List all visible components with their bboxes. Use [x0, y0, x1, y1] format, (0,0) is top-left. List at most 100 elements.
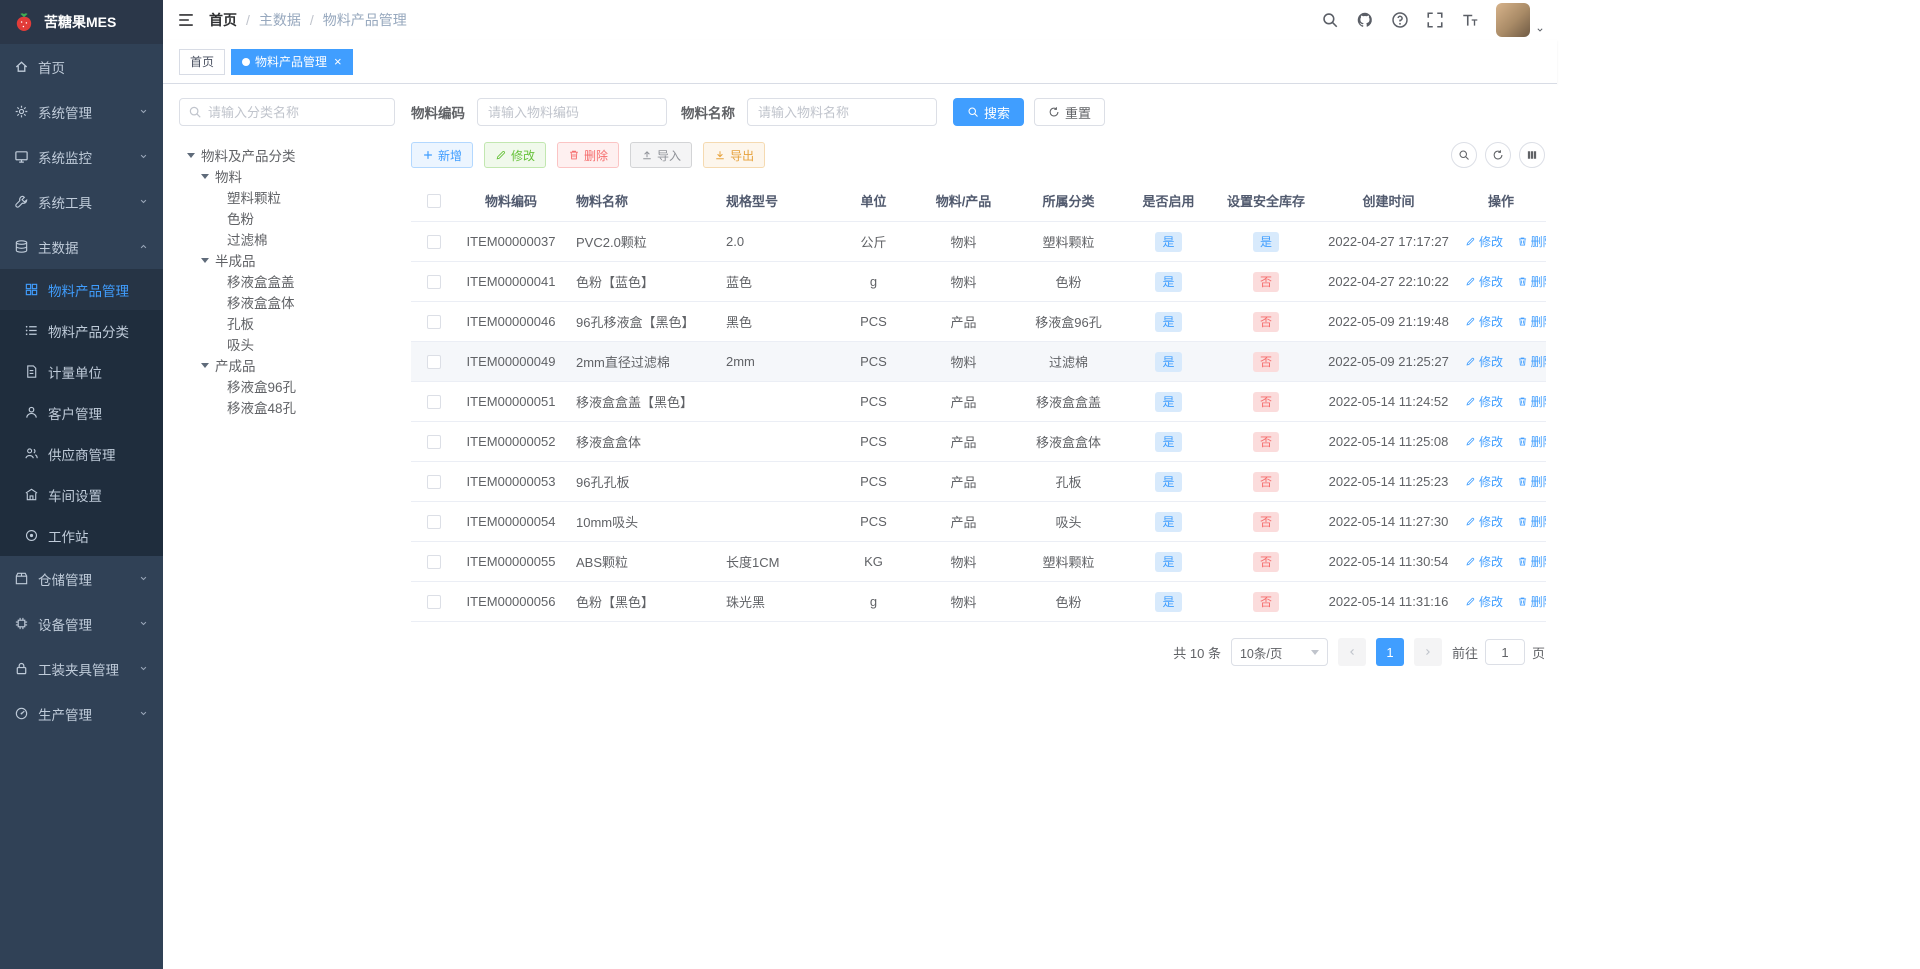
edit-link[interactable]: 修改: [1465, 393, 1503, 410]
select-all-checkbox[interactable]: [426, 194, 441, 209]
edit-link[interactable]: 修改: [1465, 313, 1503, 330]
toggle-search-button[interactable]: [1451, 142, 1477, 168]
material-code-link[interactable]: ITEM00000056: [456, 581, 566, 622]
sidebar-item-workstation[interactable]: 工作站: [0, 515, 163, 556]
edit-link[interactable]: 修改: [1465, 513, 1503, 530]
material-code-link[interactable]: ITEM00000055: [456, 541, 566, 582]
search-button[interactable]: 搜索: [953, 98, 1025, 126]
row-checkbox[interactable]: [426, 235, 441, 250]
tree-node-root[interactable]: 物料及产品分类: [179, 144, 395, 165]
sidebar-item-fixture-management[interactable]: 工装夹具管理: [0, 646, 163, 691]
delete-link[interactable]: 删除: [1517, 433, 1546, 450]
sidebar-item-material-product-category[interactable]: 物料产品分类: [0, 310, 163, 351]
tab-home[interactable]: 首页: [179, 48, 226, 75]
material-name-input[interactable]: [747, 98, 937, 126]
search-icon[interactable]: [1321, 11, 1339, 29]
sidebar-item-system-monitor[interactable]: 系统监控: [0, 134, 163, 179]
tree-leaf[interactable]: 色粉: [179, 207, 395, 228]
sidebar-item-measure-unit[interactable]: 计量单位: [0, 351, 163, 392]
delete-link[interactable]: 删除: [1517, 513, 1546, 530]
row-checkbox[interactable]: [426, 595, 441, 610]
sidebar-item-system-management[interactable]: 系统管理: [0, 89, 163, 134]
edit-button[interactable]: 修改: [484, 142, 547, 168]
material-code-input[interactable]: [477, 98, 667, 126]
delete-link[interactable]: 删除: [1517, 273, 1546, 290]
row-checkbox[interactable]: [426, 555, 441, 570]
hamburger-icon[interactable]: [177, 11, 195, 29]
sidebar-item-equipment-management[interactable]: 设备管理: [0, 601, 163, 646]
row-checkbox[interactable]: [426, 355, 441, 370]
material-code-link[interactable]: ITEM00000049: [456, 341, 566, 382]
row-checkbox[interactable]: [426, 515, 441, 530]
tree-leaf[interactable]: 移液盒盒体: [179, 291, 395, 312]
add-button[interactable]: 新增: [411, 142, 474, 168]
tab-material-product-management[interactable]: 物料产品管理: [231, 48, 353, 75]
material-code-link[interactable]: ITEM00000037: [456, 221, 566, 262]
row-checkbox[interactable]: [426, 275, 441, 290]
tree-node-semifinished[interactable]: 半成品: [179, 249, 395, 270]
delete-link[interactable]: 删除: [1517, 353, 1546, 370]
export-button[interactable]: 导出: [703, 142, 766, 168]
sidebar-item-production-management[interactable]: 生产管理: [0, 691, 163, 736]
tree-leaf[interactable]: 移液盒48孔: [179, 396, 395, 417]
user-menu[interactable]: [1496, 3, 1545, 37]
fullscreen-icon[interactable]: [1426, 11, 1444, 29]
delete-link[interactable]: 删除: [1517, 233, 1546, 250]
avatar[interactable]: [1496, 3, 1530, 37]
tree-leaf[interactable]: 移液盒盒盖: [179, 270, 395, 291]
tree-leaf[interactable]: 孔板: [179, 312, 395, 333]
tree-node-finished[interactable]: 产成品: [179, 354, 395, 375]
edit-link[interactable]: 修改: [1465, 593, 1503, 610]
sidebar-item-warehouse-management[interactable]: 仓储管理: [0, 556, 163, 601]
next-page-button[interactable]: [1413, 638, 1442, 666]
refresh-button[interactable]: [1485, 142, 1511, 168]
sidebar-item-supplier-management[interactable]: 供应商管理: [0, 433, 163, 474]
page-size-select[interactable]: 10条/页: [1230, 638, 1328, 666]
breadcrumb-home[interactable]: 首页: [209, 10, 237, 30]
delete-link[interactable]: 删除: [1517, 313, 1546, 330]
row-checkbox[interactable]: [426, 435, 441, 450]
tree-leaf[interactable]: 移液盒96孔: [179, 375, 395, 396]
delete-link[interactable]: 删除: [1517, 393, 1546, 410]
row-checkbox[interactable]: [426, 475, 441, 490]
breadcrumb-master-data[interactable]: 主数据: [259, 10, 301, 30]
reset-button[interactable]: 重置: [1034, 98, 1106, 126]
github-icon[interactable]: [1356, 11, 1374, 29]
tree-leaf[interactable]: 过滤棉: [179, 228, 395, 249]
edit-link[interactable]: 修改: [1465, 353, 1503, 370]
row-checkbox[interactable]: [426, 395, 441, 410]
sidebar-item-master-data[interactable]: 主数据: [0, 224, 163, 269]
prev-page-button[interactable]: [1337, 638, 1366, 666]
tree-leaf[interactable]: 吸头: [179, 333, 395, 354]
edit-link[interactable]: 修改: [1465, 273, 1503, 290]
tree-leaf[interactable]: 塑料颗粒: [179, 186, 395, 207]
help-icon[interactable]: [1391, 11, 1409, 29]
edit-link[interactable]: 修改: [1465, 473, 1503, 490]
sidebar-item-material-product-management[interactable]: 物料产品管理: [0, 269, 163, 310]
delete-link[interactable]: 删除: [1517, 473, 1546, 490]
material-code-link[interactable]: ITEM00000053: [456, 461, 566, 502]
delete-link[interactable]: 删除: [1517, 593, 1546, 610]
font-size-icon[interactable]: [1461, 11, 1479, 29]
import-button[interactable]: 导入: [630, 142, 693, 168]
edit-link[interactable]: 修改: [1465, 433, 1503, 450]
material-code-link[interactable]: ITEM00000051: [456, 381, 566, 422]
material-code-link[interactable]: ITEM00000054: [456, 501, 566, 542]
delete-button[interactable]: 删除: [557, 142, 620, 168]
sidebar-item-workshop-settings[interactable]: 车间设置: [0, 474, 163, 515]
delete-link[interactable]: 删除: [1517, 553, 1546, 570]
edit-link[interactable]: 修改: [1465, 553, 1503, 570]
material-code-link[interactable]: ITEM00000046: [456, 301, 566, 342]
edit-link[interactable]: 修改: [1465, 233, 1503, 250]
page-number-1[interactable]: 1: [1375, 638, 1404, 666]
goto-page-input[interactable]: [1484, 639, 1525, 665]
material-code-link[interactable]: ITEM00000041: [456, 261, 566, 302]
material-code-link[interactable]: ITEM00000052: [456, 421, 566, 462]
sidebar-item-customer-management[interactable]: 客户管理: [0, 392, 163, 433]
sidebar-item-home[interactable]: 首页: [0, 44, 163, 89]
columns-button[interactable]: [1519, 142, 1545, 168]
tree-node-material[interactable]: 物料: [179, 165, 395, 186]
sidebar-item-system-tools[interactable]: 系统工具: [0, 179, 163, 224]
row-checkbox[interactable]: [426, 315, 441, 330]
close-icon[interactable]: [334, 55, 342, 68]
